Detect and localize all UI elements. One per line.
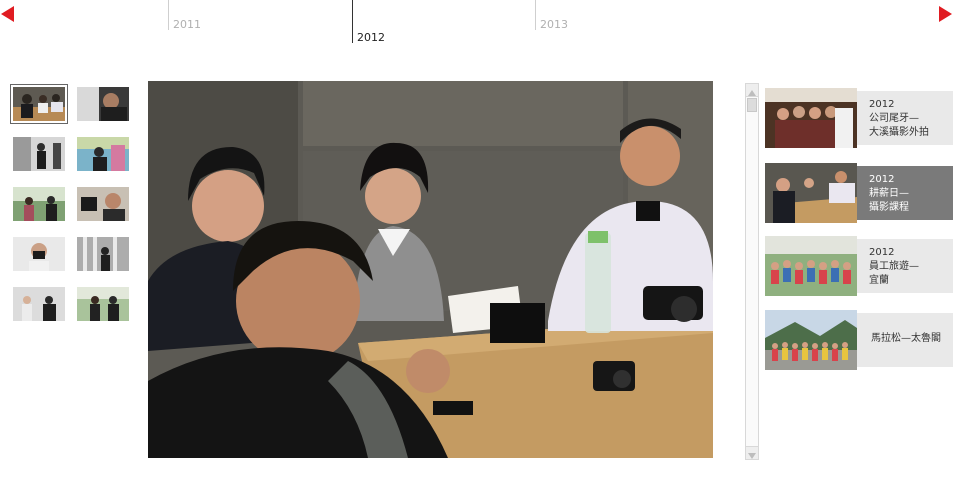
scroll-down-icon[interactable]	[746, 446, 758, 459]
year-tab-2013[interactable]: 2013	[535, 0, 568, 31]
year-timeline: 2011 2012 2013	[0, 0, 954, 48]
scroll-up-icon[interactable]	[746, 84, 758, 97]
year-label: 2011	[173, 18, 201, 31]
album-title: 員工旅遊—	[869, 261, 919, 272]
thumbnail-9[interactable]	[13, 287, 65, 321]
album-info: 2012 耕薪日— 攝影課程	[857, 166, 953, 220]
album-item-4[interactable]: 馬拉松—太魯閣	[765, 310, 953, 370]
album-title: 公司尾牙—	[869, 113, 919, 124]
thumbnail-6[interactable]	[77, 187, 129, 221]
album-info: 馬拉松—太魯閣	[857, 313, 953, 367]
album-thumbnail	[765, 163, 857, 223]
album-thumbnail	[765, 310, 857, 370]
thumbnail-3[interactable]	[13, 137, 65, 171]
main-photo	[148, 81, 713, 458]
year-tab-2012[interactable]: 2012	[352, 0, 385, 44]
album-item-3[interactable]: 2012 員工旅遊— 宜蘭	[765, 236, 953, 296]
thumbnail-5[interactable]	[13, 187, 65, 221]
album-subtitle: 攝影課程	[869, 202, 909, 213]
year-label: 2013	[540, 18, 568, 31]
thumbnail-1[interactable]	[10, 84, 68, 124]
thumbnail-4[interactable]	[77, 137, 129, 171]
album-item-1[interactable]: 2012 公司尾牙— 大溪攝影外拍	[765, 88, 953, 148]
album-scrollbar[interactable]	[745, 83, 759, 460]
album-item-2[interactable]: 2012 耕薪日— 攝影課程	[765, 163, 953, 223]
album-thumbnail	[765, 236, 857, 296]
album-info: 2012 員工旅遊— 宜蘭	[857, 239, 953, 293]
thumbnail-10[interactable]	[77, 287, 129, 321]
thumbnail-2[interactable]	[77, 87, 129, 121]
year-label: 2012	[357, 31, 385, 44]
album-subtitle: 宜蘭	[869, 275, 889, 286]
album-thumbnail	[765, 88, 857, 148]
scrollbar-thumb[interactable]	[747, 98, 757, 112]
album-year: 2012	[869, 247, 895, 258]
album-title: 耕薪日—	[869, 188, 909, 199]
album-year: 2012	[869, 99, 895, 110]
year-tab-2011[interactable]: 2011	[168, 0, 201, 31]
album-year: 2012	[869, 174, 895, 185]
thumbnail-7[interactable]	[13, 237, 65, 271]
album-subtitle: 大溪攝影外拍	[869, 127, 929, 138]
album-info: 2012 公司尾牙— 大溪攝影外拍	[857, 91, 953, 145]
album-title: 馬拉松—太魯閣	[871, 333, 941, 344]
thumbnail-8[interactable]	[77, 237, 129, 271]
